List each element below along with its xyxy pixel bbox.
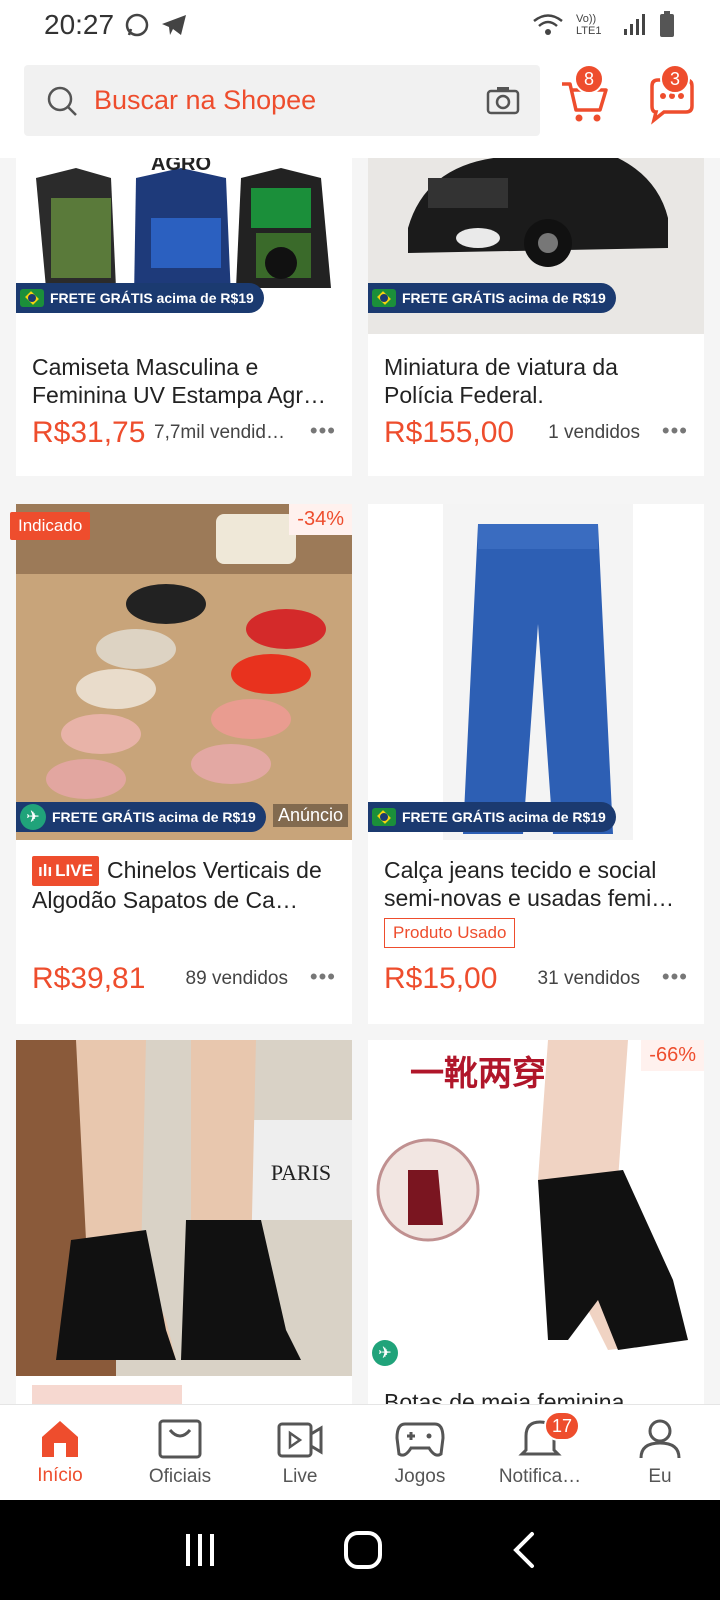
battery-icon: [660, 11, 674, 37]
whatsapp-icon: [125, 13, 149, 37]
discount-badge: -34%: [289, 504, 352, 535]
live-video-icon: [277, 1422, 323, 1457]
brazil-flag-icon: [20, 289, 44, 307]
product-title: Camiseta Masculina e Feminina UV Estampa…: [32, 354, 327, 408]
product-title: ılı LIVE Chinelos Verticais de Algodão Sap…: [32, 856, 340, 914]
more-options-icon[interactable]: •••: [310, 964, 336, 990]
product-image: 一靴两穿: [368, 1040, 704, 1376]
product-price: R$155,00: [384, 416, 515, 449]
status-time: 20:27: [44, 9, 115, 40]
ad-label: Anúncio: [272, 804, 348, 827]
frete-text: FRETE GRÁTIS acima de R$19: [52, 809, 256, 825]
camera-icon[interactable]: [486, 85, 520, 115]
status-bar: 20:27 Vo)) LTE1: [0, 0, 720, 50]
nav-label: Eu: [648, 1465, 672, 1487]
bag-icon: [158, 1419, 202, 1458]
frete-gratis-badge: ✈ FRETE GRÁTIS acima de R$19: [16, 802, 266, 832]
cart-badge: 8: [574, 64, 604, 94]
product-sold: 31 vendidos: [537, 968, 640, 989]
wifi-icon: [533, 14, 563, 35]
gamepad-icon: [395, 1422, 445, 1457]
product-sold: 1 vendidos: [548, 422, 640, 443]
more-options-icon[interactable]: •••: [662, 418, 688, 444]
nav-label: Início: [37, 1464, 83, 1486]
nav-jogos[interactable]: Jogos: [360, 1405, 480, 1500]
product-card[interactable]: 一靴两穿 -66% ✈ Botas de meia feminina: [368, 1040, 704, 1404]
nav-notificacoes[interactable]: 17 Notifica…: [480, 1405, 600, 1500]
live-icon: ılı: [38, 861, 53, 880]
chat-button[interactable]: 3: [646, 64, 700, 131]
used-product-label: Produto Usado: [384, 918, 516, 948]
discount-badge: -66%: [641, 1040, 704, 1071]
home-button-icon[interactable]: [343, 1530, 383, 1570]
product-image: [368, 504, 704, 840]
search-icon: [47, 86, 77, 116]
product-sold: 7,7mil vendid…: [154, 422, 285, 443]
nav-label: Notifica…: [498, 1465, 582, 1487]
frete-gratis-badge: FRETE GRÁTIS acima de R$19: [368, 802, 616, 832]
product-price: R$39,81: [32, 962, 146, 995]
product-card[interactable]: Indicado -34% ✈ FRETE GRÁTIS acima de R$…: [10, 504, 352, 1024]
product-feed[interactable]: AGRO FRETE GRÁTIS acima de R$19 Camiseta…: [0, 158, 720, 1404]
product-card[interactable]: FRETE GRÁTIS acima de R$19 Calça jeans t…: [368, 504, 704, 1024]
user-icon: [639, 1419, 681, 1458]
nav-label: Jogos: [394, 1465, 446, 1487]
brazil-flag-icon: [372, 289, 396, 307]
product-card[interactable]: PARIS: [16, 1040, 352, 1404]
product-image: PARIS: [16, 1040, 352, 1376]
frete-text: FRETE GRÁTIS acima de R$19: [402, 290, 606, 306]
frete-text: FRETE GRÁTIS acima de R$19: [402, 809, 606, 825]
product-title: Miniatura de viatura da Polícia Federal.: [384, 354, 618, 408]
airplane-icon: ✈: [20, 804, 46, 830]
telegram-icon: [162, 15, 187, 35]
nav-oficiais[interactable]: Oficiais: [120, 1405, 240, 1500]
product-card[interactable]: FRETE GRÁTIS acima de R$19 Miniatura de …: [368, 158, 704, 476]
brazil-flag-icon: [372, 808, 396, 826]
home-icon: [42, 1420, 78, 1457]
product-card[interactable]: AGRO FRETE GRÁTIS acima de R$19 Camiseta…: [16, 158, 352, 476]
product-title: Botas de meia feminina: [384, 1389, 625, 1404]
frete-gratis-badge: FRETE GRÁTIS acima de R$19: [368, 283, 616, 313]
search-bar[interactable]: Buscar na Shopee: [24, 65, 540, 136]
recent-apps-icon[interactable]: [182, 1532, 218, 1568]
more-options-icon[interactable]: •••: [662, 964, 688, 990]
paris-image-text: PARIS: [271, 1160, 331, 1185]
search-placeholder: Buscar na Shopee: [94, 85, 317, 115]
cart-button[interactable]: 8: [560, 64, 610, 131]
product-price: R$15,00: [384, 962, 498, 995]
nav-label: Oficiais: [148, 1465, 212, 1487]
network-type: Vo)) LTE1: [576, 13, 602, 37]
airplane-icon: ✈: [372, 1340, 398, 1366]
bottom-navigation: Início Oficiais Live Jogos 17 Notifica… …: [0, 1404, 720, 1500]
nav-label: Live: [282, 1465, 318, 1487]
frete-gratis-badge: ✈: [368, 1338, 408, 1368]
promo-image-text: 一靴两穿: [410, 1054, 546, 1094]
back-icon[interactable]: [508, 1530, 538, 1570]
signal-icon: [624, 14, 645, 35]
nav-live[interactable]: Live: [240, 1405, 360, 1500]
chat-badge: 3: [660, 64, 690, 94]
frete-text: FRETE GRÁTIS acima de R$19: [50, 290, 254, 306]
notification-badge: 17: [544, 1411, 581, 1441]
product-title: Calça jeans tecido e social semi-novas e…: [384, 857, 675, 911]
system-navigation-bar: [0, 1500, 720, 1600]
frete-gratis-badge: FRETE GRÁTIS acima de R$19: [16, 283, 264, 313]
live-badge: ılı LIVE: [32, 856, 99, 886]
indicado-tag: Indicado: [10, 512, 91, 540]
product-title-partial: [32, 1385, 182, 1404]
product-sold: 89 vendidos: [185, 968, 288, 989]
agro-image-text: AGRO: [151, 158, 211, 175]
product-image: [16, 504, 352, 840]
product-price: R$31,75: [32, 416, 146, 449]
top-header: Buscar na Shopee 8 3: [0, 50, 720, 158]
live-badge-label: LIVE: [55, 861, 93, 880]
nav-inicio[interactable]: Início: [0, 1405, 120, 1500]
nav-eu[interactable]: Eu: [600, 1405, 720, 1500]
more-options-icon[interactable]: •••: [310, 418, 336, 444]
